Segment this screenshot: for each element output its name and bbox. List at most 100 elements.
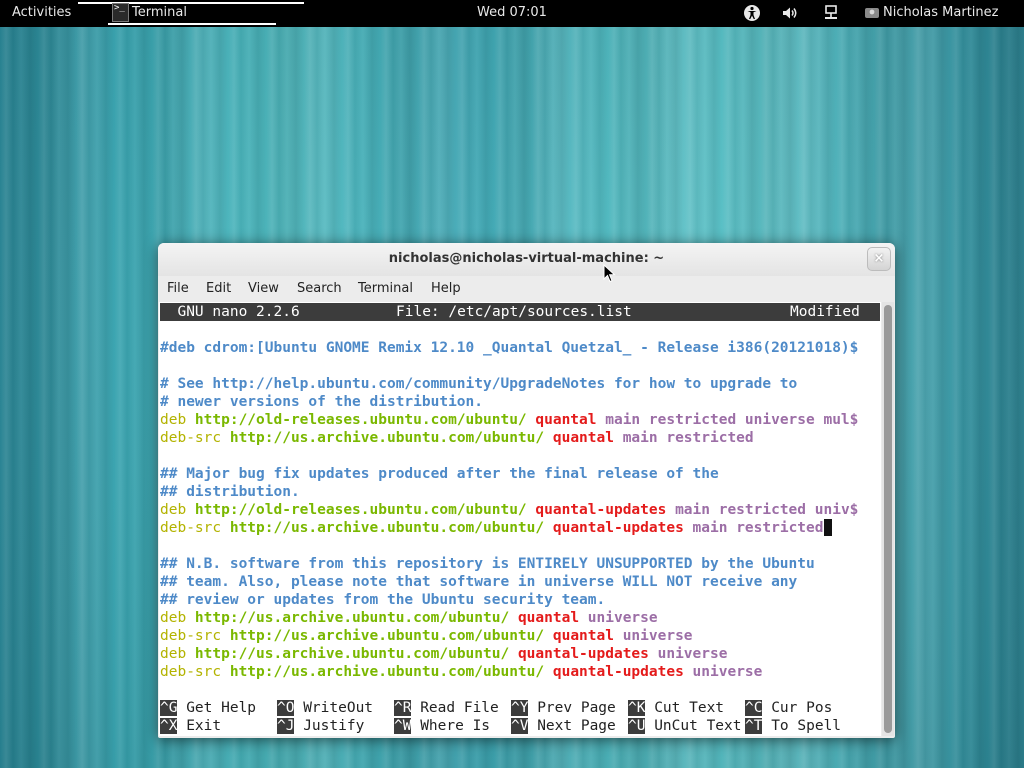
shortcut-label: UnCut Text	[645, 718, 742, 734]
volume-icon[interactable]	[781, 4, 799, 22]
editor-token: deb-src	[160, 520, 230, 536]
editor-line: ## distribution.	[160, 483, 300, 501]
shortcut-label: WriteOut	[294, 700, 382, 716]
editor-line: # newer versions of the distribution.	[160, 393, 483, 411]
shortcut-label: Where Is	[411, 718, 508, 734]
editor-token: ## N.B. software from this repository is…	[160, 556, 815, 572]
editor-line: ## review or updates from the Ubuntu sec…	[160, 591, 605, 609]
editor-token: universe	[648, 646, 728, 662]
editor-line: deb-src http://us.archive.ubuntu.com/ubu…	[160, 627, 693, 645]
editor-line: #deb cdrom:[Ubuntu GNOME Remix 12.10 _Qu…	[160, 339, 858, 357]
close-button[interactable]: ×	[867, 247, 891, 271]
shortcut-key: ^W	[394, 718, 412, 734]
shortcut-key: ^J	[277, 718, 295, 734]
shortcut-label: Cut Text	[645, 700, 742, 716]
shortcut-key: ^T	[745, 718, 763, 734]
editor-token: quantal-updates	[552, 520, 684, 536]
shortcut-key: ^K	[628, 700, 646, 716]
editor-token: http://us.archive.ubuntu.com/ubuntu/	[194, 610, 518, 626]
editor-line: ## N.B. software from this repository is…	[160, 555, 815, 573]
shortcut-key: ^C	[745, 700, 763, 716]
editor-token: deb-src	[160, 628, 230, 644]
editor-line: deb http://us.archive.ubuntu.com/ubuntu/…	[160, 645, 727, 663]
editor-token: ## distribution.	[160, 484, 300, 500]
editor-token: # newer versions of the distribution.	[160, 394, 484, 410]
editor-token: http://us.archive.ubuntu.com/ubuntu/	[194, 646, 518, 662]
scrollbar-thumb[interactable]	[884, 305, 892, 733]
menu-help[interactable]: Help	[431, 281, 461, 296]
editor-token: ## Major bug fix updates produced after …	[160, 466, 719, 482]
editor-token: http://us.archive.ubuntu.com/ubuntu/	[229, 628, 553, 644]
shortcut-item: ^G Get Help	[160, 699, 265, 717]
shortcut-item: ^C Cur Pos	[745, 699, 832, 717]
editor-token: universe	[683, 664, 763, 680]
editor-line: deb http://old-releases.ubuntu.com/ubunt…	[160, 411, 858, 429]
text-cursor	[823, 519, 832, 536]
scrollbar[interactable]	[882, 302, 894, 736]
network-icon[interactable]	[822, 4, 840, 22]
editor-token: deb-src	[160, 664, 230, 680]
shortcut-label: Prev Page	[528, 700, 625, 716]
window-titlebar[interactable]: nicholas@nicholas-virtual-machine: ~ ×	[158, 243, 895, 276]
editor-token: quantal	[535, 412, 597, 428]
shortcut-item: ^J Justify	[277, 717, 382, 735]
shortcut-label: Cur Pos	[762, 700, 833, 716]
editor-token: quantal	[552, 628, 614, 644]
editor-line: deb http://old-releases.ubuntu.com/ubunt…	[160, 501, 858, 519]
editor-token: quantal	[517, 610, 580, 626]
terminal-content[interactable]: GNU nano 2.2.6 File: /etc/apt/sources.li…	[159, 302, 881, 736]
editor-token: http://us.archive.ubuntu.com/ubuntu/	[229, 520, 553, 536]
shortcut-item: ^Y Prev Page	[511, 699, 625, 717]
editor-line: deb-src http://us.archive.ubuntu.com/ubu…	[160, 429, 754, 447]
accessibility-icon[interactable]	[743, 4, 761, 22]
shortcut-item: ^O WriteOut	[277, 699, 382, 717]
menu-terminal[interactable]: Terminal	[358, 281, 413, 296]
editor-token: deb-src	[160, 430, 230, 446]
editor-line: deb-src http://us.archive.ubuntu.com/ubu…	[160, 663, 762, 681]
editor-token: quantal-updates	[552, 664, 684, 680]
editor-token: quantal	[552, 430, 614, 446]
shortcut-key: ^Y	[511, 700, 529, 716]
terminal-window: nicholas@nicholas-virtual-machine: ~ × F…	[158, 243, 895, 738]
editor-line: ## team. Also, please note that software…	[160, 573, 797, 591]
editor-token: deb	[160, 610, 195, 626]
nano-titlebar: GNU nano 2.2.6 File: /etc/apt/sources.li…	[160, 303, 880, 321]
editor-token: main restricted	[613, 430, 754, 446]
shortcut-item: ^V Next Page	[511, 717, 625, 735]
shortcut-key: ^V	[511, 718, 529, 734]
menu-edit[interactable]: Edit	[206, 281, 231, 296]
shortcut-label: Get Help	[177, 700, 265, 716]
editor-token: ## team. Also, please note that software…	[160, 574, 798, 590]
editor-line: ## Major bug fix updates produced after …	[160, 465, 719, 483]
editor-token: main restricted universe mul$	[596, 412, 859, 428]
editor-token: http://us.archive.ubuntu.com/ubuntu/	[229, 664, 553, 680]
user-icon[interactable]	[863, 4, 881, 22]
menu-file[interactable]: File	[167, 281, 189, 296]
shortcut-label: Read File	[411, 700, 508, 716]
shortcut-label: Justify	[294, 718, 382, 734]
nano-version: GNU nano 2.2.6	[160, 304, 300, 320]
editor-token: # See http://help.ubuntu.com/community/U…	[160, 376, 798, 392]
editor-token: universe	[579, 610, 658, 626]
editor-line: deb http://us.archive.ubuntu.com/ubuntu/…	[160, 609, 658, 627]
editor-token: deb	[160, 412, 195, 428]
user-menu[interactable]: Nicholas Martinez	[883, 5, 998, 20]
nano-status: Modified	[790, 304, 860, 320]
shortcut-key: ^X	[160, 718, 178, 734]
shortcut-label: To Spell	[762, 718, 842, 734]
nano-file-name: File: /etc/apt/sources.list	[396, 304, 632, 320]
editor-token: quantal-updates	[517, 646, 649, 662]
editor-token: http://old-releases.ubuntu.com/ubuntu/	[194, 502, 536, 518]
shortcut-label: Exit	[177, 718, 265, 734]
shortcut-item: ^X Exit	[160, 717, 265, 735]
menu-view[interactable]: View	[248, 281, 279, 296]
shortcut-item: ^K Cut Text	[628, 699, 742, 717]
shortcut-key: ^U	[628, 718, 646, 734]
editor-token: universe	[613, 628, 693, 644]
shortcut-key: ^O	[277, 700, 295, 716]
shortcut-item: ^U UnCut Text	[628, 717, 742, 735]
window-title: nicholas@nicholas-virtual-machine: ~	[388, 251, 665, 266]
editor-token: http://us.archive.ubuntu.com/ubuntu/	[229, 430, 553, 446]
menu-search[interactable]: Search	[297, 281, 342, 296]
editor-token: deb	[160, 502, 195, 518]
